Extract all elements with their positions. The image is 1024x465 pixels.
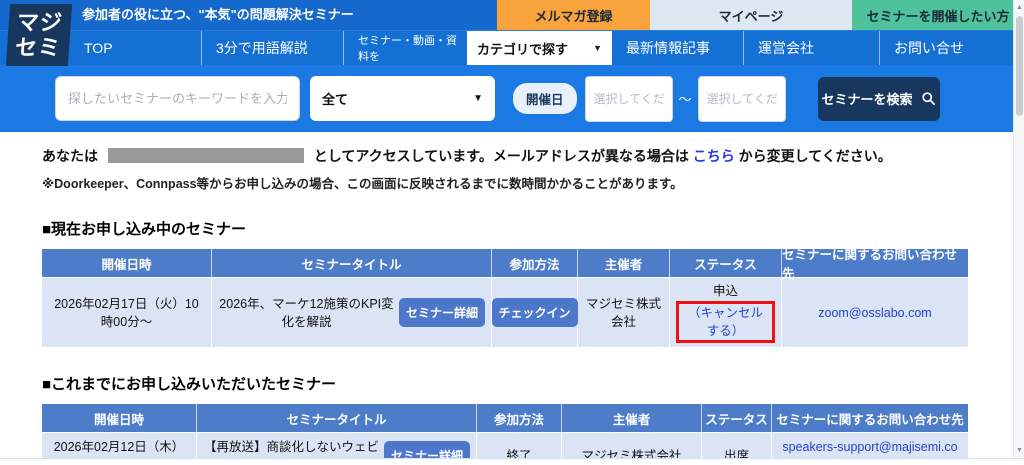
header-tabs: メルマガ登録 マイページ セミナーを開催したい方 xyxy=(497,0,1024,30)
cell-contact: zoom@osslabo.com xyxy=(782,278,968,347)
status-badge: 申込 xyxy=(713,282,738,300)
date-from-input[interactable] xyxy=(585,76,673,122)
col-header-method: 参加方法 xyxy=(492,249,578,277)
host-seminar-tab[interactable]: セミナーを開催したい方 xyxy=(852,0,1024,30)
col-header-method: 参加方法 xyxy=(477,404,562,432)
chevron-down-icon: ▼ xyxy=(593,43,602,53)
col-header-contact: セミナーに関するお問い合わせ先 xyxy=(782,249,968,277)
mypage-seminar-page: マジ セミ 参加者の役に立つ、"本気"の問題解決セミナー メルマガ登録 マイペー… xyxy=(0,0,1024,465)
current-seminars-table: 開催日時 セミナータイトル 参加方法 主催者 ステータス セミナーに関するお問い… xyxy=(42,249,968,347)
cell-organizer: マジセミ株式会社 xyxy=(578,278,670,347)
col-header-status: ステータス xyxy=(702,404,772,432)
site-tagline: 参加者の役に立つ、"本気"の問題解決セミナー xyxy=(82,0,354,30)
cell-method: チェックイン xyxy=(492,278,578,347)
nav-category-prefix-label: セミナー・動画・資料を xyxy=(344,31,467,65)
search-icon xyxy=(921,91,936,106)
scrollbar-thumb[interactable] xyxy=(1016,16,1023,116)
change-email-link[interactable]: こちら xyxy=(693,148,735,164)
col-header-title: セミナータイトル xyxy=(212,249,492,277)
nav-item-contact[interactable]: お問い合せ xyxy=(880,31,1016,65)
seminar-search-bar: 全て ▼ 開催日 〜 セミナーを検索 xyxy=(0,65,1024,132)
cancel-link[interactable]: （キャンセルする） xyxy=(688,306,763,338)
access-middle: としてアクセスしています。メールアドレスが異なる場合は xyxy=(314,148,689,164)
past-section-title: ■これまでにお申し込みいただいたセミナー xyxy=(42,373,1024,394)
vertical-scrollbar[interactable]: ▲ ▼ xyxy=(1013,0,1024,458)
chevron-down-icon: ▼ xyxy=(473,93,483,104)
top-header-bar: マジ セミ 参加者の役に立つ、"本気"の問題解決セミナー メルマガ登録 マイペー… xyxy=(0,0,1024,30)
current-section-title: ■現在お申し込み中のセミナー xyxy=(42,218,1024,239)
table-header-row: 開催日時 セミナータイトル 参加方法 主催者 ステータス セミナーに関するお問い… xyxy=(42,404,968,432)
horizontal-scrollbar-strip[interactable] xyxy=(0,458,1024,465)
mailmag-signup-tab[interactable]: メルマガ登録 xyxy=(497,0,650,30)
scroll-up-arrow-icon[interactable]: ▲ xyxy=(1014,1,1024,14)
access-info-line: あなたは としてアクセスしています。メールアドレスが異なる場合は こちら から変… xyxy=(42,146,1024,166)
col-header-datetime: 開催日時 xyxy=(42,249,212,277)
mypage-tab[interactable]: マイページ xyxy=(650,0,852,30)
col-header-contact: セミナーに関するお問い合わせ先 xyxy=(772,404,968,432)
cell-title: 2026年、マーケ12施策のKPI変化を解説 セミナー詳細 xyxy=(212,278,492,347)
doorkeeper-note: ※Doorkeeper、Connpass等からお申し込みの場合、この画面に反映さ… xyxy=(42,173,1024,192)
majisemi-logo[interactable]: マジ セミ xyxy=(6,4,72,66)
seminar-detail-button[interactable]: セミナー詳細 xyxy=(399,298,485,327)
access-suffix: から変更してください。 xyxy=(739,148,892,164)
date-range-separator: 〜 xyxy=(679,89,692,108)
nav-item-top[interactable]: TOP xyxy=(70,31,202,65)
logo-line2: セミ xyxy=(14,35,62,60)
keyword-search-input[interactable] xyxy=(55,76,300,121)
nav-item-glossary[interactable]: 3分で用語解説 xyxy=(202,31,344,65)
redacted-email-box xyxy=(108,148,304,163)
access-prefix: あなたは xyxy=(42,148,98,164)
col-header-datetime: 開催日時 xyxy=(42,404,197,432)
category-filter-select[interactable]: 全て ▼ xyxy=(310,76,495,121)
cell-status: 申込 （キャンセルする） xyxy=(670,278,782,347)
past-seminars-table: 開催日時 セミナータイトル 参加方法 主催者 ステータス セミナーに関するお問い… xyxy=(42,404,968,465)
cell-datetime: 2026年02月17日（火）10時00分〜 xyxy=(42,278,212,347)
cancel-highlight-box: （キャンセルする） xyxy=(676,301,775,343)
col-header-organizer: 主催者 xyxy=(562,404,702,432)
col-header-title: セミナータイトル xyxy=(197,404,477,432)
table-row: 2026年02月17日（火）10時00分〜 2026年、マーケ12施策のKPI変… xyxy=(42,277,968,347)
logo-line1: マジ xyxy=(16,10,64,35)
scroll-down-arrow-icon[interactable]: ▼ xyxy=(1014,444,1024,457)
category-filter-value: 全て xyxy=(322,89,348,108)
nav-item-company[interactable]: 運営会社 xyxy=(744,31,880,65)
main-content: あなたは としてアクセスしています。メールアドレスが異なる場合は こちら から変… xyxy=(0,132,1024,465)
category-select-value: カテゴリで探す xyxy=(477,39,568,58)
date-range-label: 開催日 xyxy=(513,83,577,114)
nav-item-news[interactable]: 最新情報記事 xyxy=(612,31,744,65)
seminar-search-button[interactable]: セミナーを検索 xyxy=(818,77,940,121)
seminar-title-text: 2026年、マーケ12施策のKPI変化を解説 xyxy=(218,295,395,331)
col-header-status: ステータス xyxy=(670,249,782,277)
col-header-organizer: 主催者 xyxy=(578,249,670,277)
search-button-label: セミナーを検索 xyxy=(822,89,913,108)
main-navigation: TOP 3分で用語解説 セミナー・動画・資料を カテゴリで探す ▼ 最新情報記事… xyxy=(0,30,1024,65)
table-header-row: 開催日時 セミナータイトル 参加方法 主催者 ステータス セミナーに関するお問い… xyxy=(42,249,968,277)
date-to-input[interactable] xyxy=(698,76,786,122)
contact-email-link[interactable]: zoom@osslabo.com xyxy=(818,304,931,322)
category-select[interactable]: カテゴリで探す ▼ xyxy=(467,31,612,65)
checkin-button[interactable]: チェックイン xyxy=(492,298,578,327)
